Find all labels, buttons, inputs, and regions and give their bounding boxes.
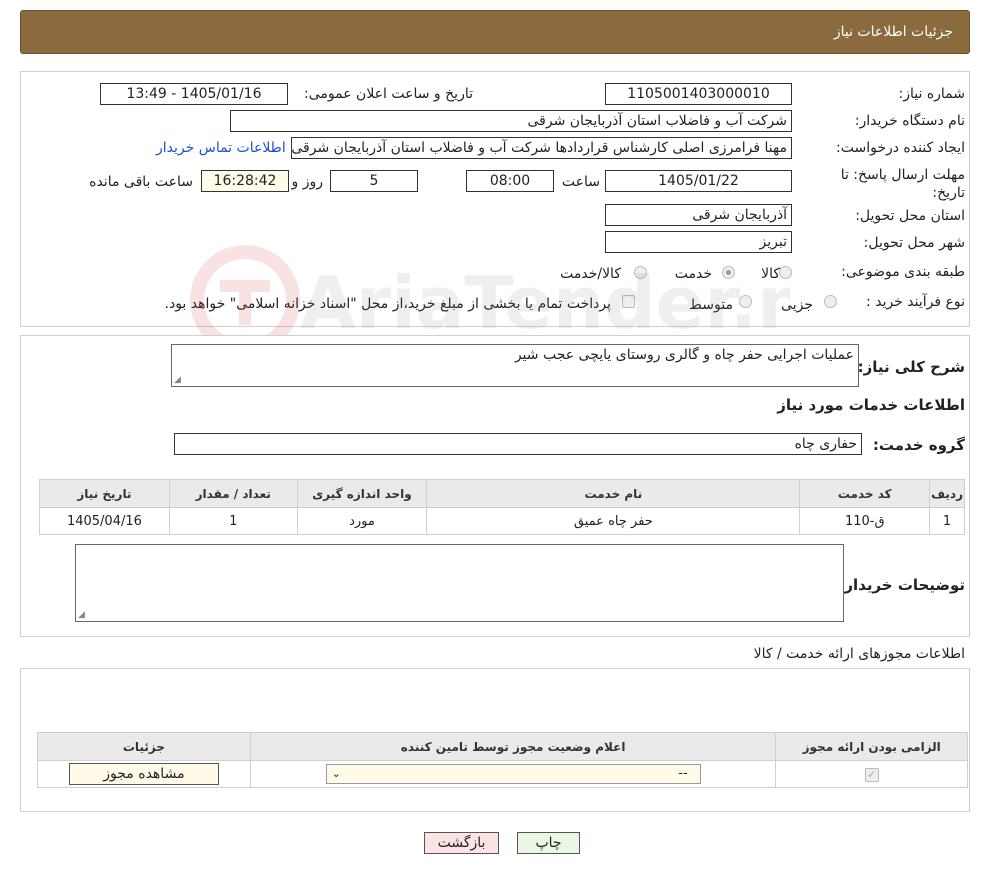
cell-permit-details: مشاهده مجوز — [37, 760, 251, 788]
permits-info-title: اطلاعات مجوزهای ارائه خدمت / کالا — [753, 646, 965, 662]
col-permit-status: اعلام وضعیت مجوز توسط تامین کننده — [249, 732, 777, 761]
day-and-label: روز و — [291, 174, 324, 190]
services-table-header: ردیف کد خدمت نام خدمت واحد اندازه گیری ت… — [39, 479, 965, 508]
buyer-notes-textarea[interactable]: ◢ — [75, 544, 844, 622]
buyer-contact-link[interactable]: اطلاعات تماس خریدار — [156, 140, 286, 156]
days-field: 5 — [330, 170, 418, 192]
cell-unit: مورد — [296, 507, 428, 535]
cell-qty: 1 — [168, 507, 298, 535]
col-unit: واحد اندازه گیری — [296, 479, 428, 508]
general-desc-label: شرح کلی نیاز: — [857, 358, 965, 376]
services-table: ردیف کد خدمت نام خدمت واحد اندازه گیری ت… — [39, 479, 965, 535]
deadline-hour-label: ساعت — [561, 174, 600, 190]
view-permit-label: مشاهده مجوز — [103, 766, 185, 782]
col-permit-details: جزئیات — [37, 732, 251, 761]
requester-label: ایجاد کننده درخواست: — [836, 140, 965, 156]
reply-deadline-label: مهلت ارسال پاسخ: تا تاریخ: — [840, 167, 965, 201]
requester-field: مهنا فرامرزی اصلی کارشناس قراردادها شرکت… — [291, 137, 792, 159]
need-number-label: شماره نیاز: — [898, 86, 966, 102]
col-permit-required: الزامی بودن ارائه مجوز — [775, 732, 968, 761]
delivery-city-field: تبریز — [605, 231, 792, 253]
view-permit-button[interactable]: مشاهده مجوز — [68, 763, 219, 785]
process-note: پرداخت تمام یا بخشی از مبلغ خرید،از محل … — [164, 296, 611, 312]
col-qty: تعداد / مقدار — [168, 479, 298, 508]
category-goods-label: کالا — [761, 266, 780, 282]
deadline-date-field: 1405/01/22 — [605, 170, 792, 192]
permits-table-header: الزامی بودن ارائه مجوز اعلام وضعیت مجوز … — [37, 732, 968, 761]
remaining-label: ساعت باقی مانده — [89, 174, 193, 190]
announce-datetime-field: 1405/01/16 - 13:49 — [100, 83, 288, 105]
service-group-label: گروه خدمت: — [872, 436, 965, 454]
print-button[interactable]: چاپ — [517, 832, 580, 854]
process-medium-radio[interactable] — [739, 295, 752, 308]
category-goods-service-label: کالا/خدمت — [560, 266, 621, 282]
general-desc-text: عملیات اجرایی حفر چاه و گالری روستای یای… — [514, 347, 854, 363]
general-desc-textarea[interactable]: عملیات اجرایی حفر چاه و گالری روستای یای… — [171, 344, 859, 387]
process-medium-label: متوسط — [689, 297, 733, 313]
col-code: کد خدمت — [799, 479, 931, 508]
permit-status-value: -- — [678, 766, 688, 781]
back-button[interactable]: بازگشت — [424, 832, 499, 854]
resize-grip-icon[interactable]: ◢ — [78, 610, 85, 620]
cell-name: حفر چاه عمیق — [426, 507, 801, 535]
table-row: ✓ -- ⌄ مشاهده مجوز — [37, 760, 968, 788]
buyer-org-field: شرکت آب و فاضلاب استان آذربایجان شرقی — [230, 110, 792, 132]
permit-required-checkbox: ✓ — [864, 767, 879, 782]
cell-row: 1 — [929, 507, 965, 535]
page-title: جزئیات اطلاعات نیاز — [833, 24, 953, 40]
remaining-time-field: 16:28:42 — [201, 170, 289, 192]
delivery-province-label: استان محل تحویل: — [855, 208, 965, 224]
process-minor-label: جزیی — [781, 297, 813, 313]
service-group-field: حفاری چاه — [174, 433, 862, 455]
chevron-down-icon: ⌄ — [331, 767, 341, 780]
table-row: 1 ق-110 حفر چاه عمیق مورد 1 1405/04/16 — [39, 507, 965, 535]
process-type-label: نوع فرآیند خرید : — [866, 294, 965, 310]
delivery-city-label: شهر محل تحویل: — [863, 235, 965, 251]
col-name: نام خدمت — [426, 479, 801, 508]
category-service-label: خدمت — [674, 266, 712, 282]
category-goods-radio[interactable] — [779, 266, 792, 279]
cell-date: 1405/04/16 — [39, 507, 170, 535]
need-number-field: 1105001403000010 — [605, 83, 792, 105]
buyer-notes-label: توضیحات خریدار: — [838, 576, 965, 594]
category-goods-service-radio[interactable] — [634, 266, 647, 279]
resize-grip-icon[interactable]: ◢ — [174, 375, 181, 385]
col-date: تاریخ نیاز — [39, 479, 170, 508]
cell-permit-required: ✓ — [775, 760, 968, 788]
services-info-title: اطلاعات خدمات مورد نیاز — [777, 396, 965, 414]
treasury-checkbox[interactable] — [622, 295, 635, 308]
permits-table: الزامی بودن ارائه مجوز اعلام وضعیت مجوز … — [37, 732, 968, 788]
process-minor-radio[interactable] — [824, 295, 837, 308]
delivery-province-field: آذربایجان شرقی — [605, 204, 792, 226]
page-header: جزئیات اطلاعات نیاز — [20, 10, 970, 54]
category-label: طبقه بندی موضوعی: — [841, 264, 965, 280]
col-row: ردیف — [929, 479, 965, 508]
cell-permit-status: -- ⌄ — [249, 760, 777, 788]
deadline-time-field: 08:00 — [466, 170, 554, 192]
permit-status-select[interactable]: -- ⌄ — [325, 764, 701, 784]
announce-datetime-label: تاریخ و ساعت اعلان عمومی: — [304, 86, 473, 102]
cell-code: ق-110 — [799, 507, 931, 535]
buyer-org-label: نام دستگاه خریدار: — [854, 113, 965, 129]
category-service-radio[interactable] — [722, 266, 735, 279]
